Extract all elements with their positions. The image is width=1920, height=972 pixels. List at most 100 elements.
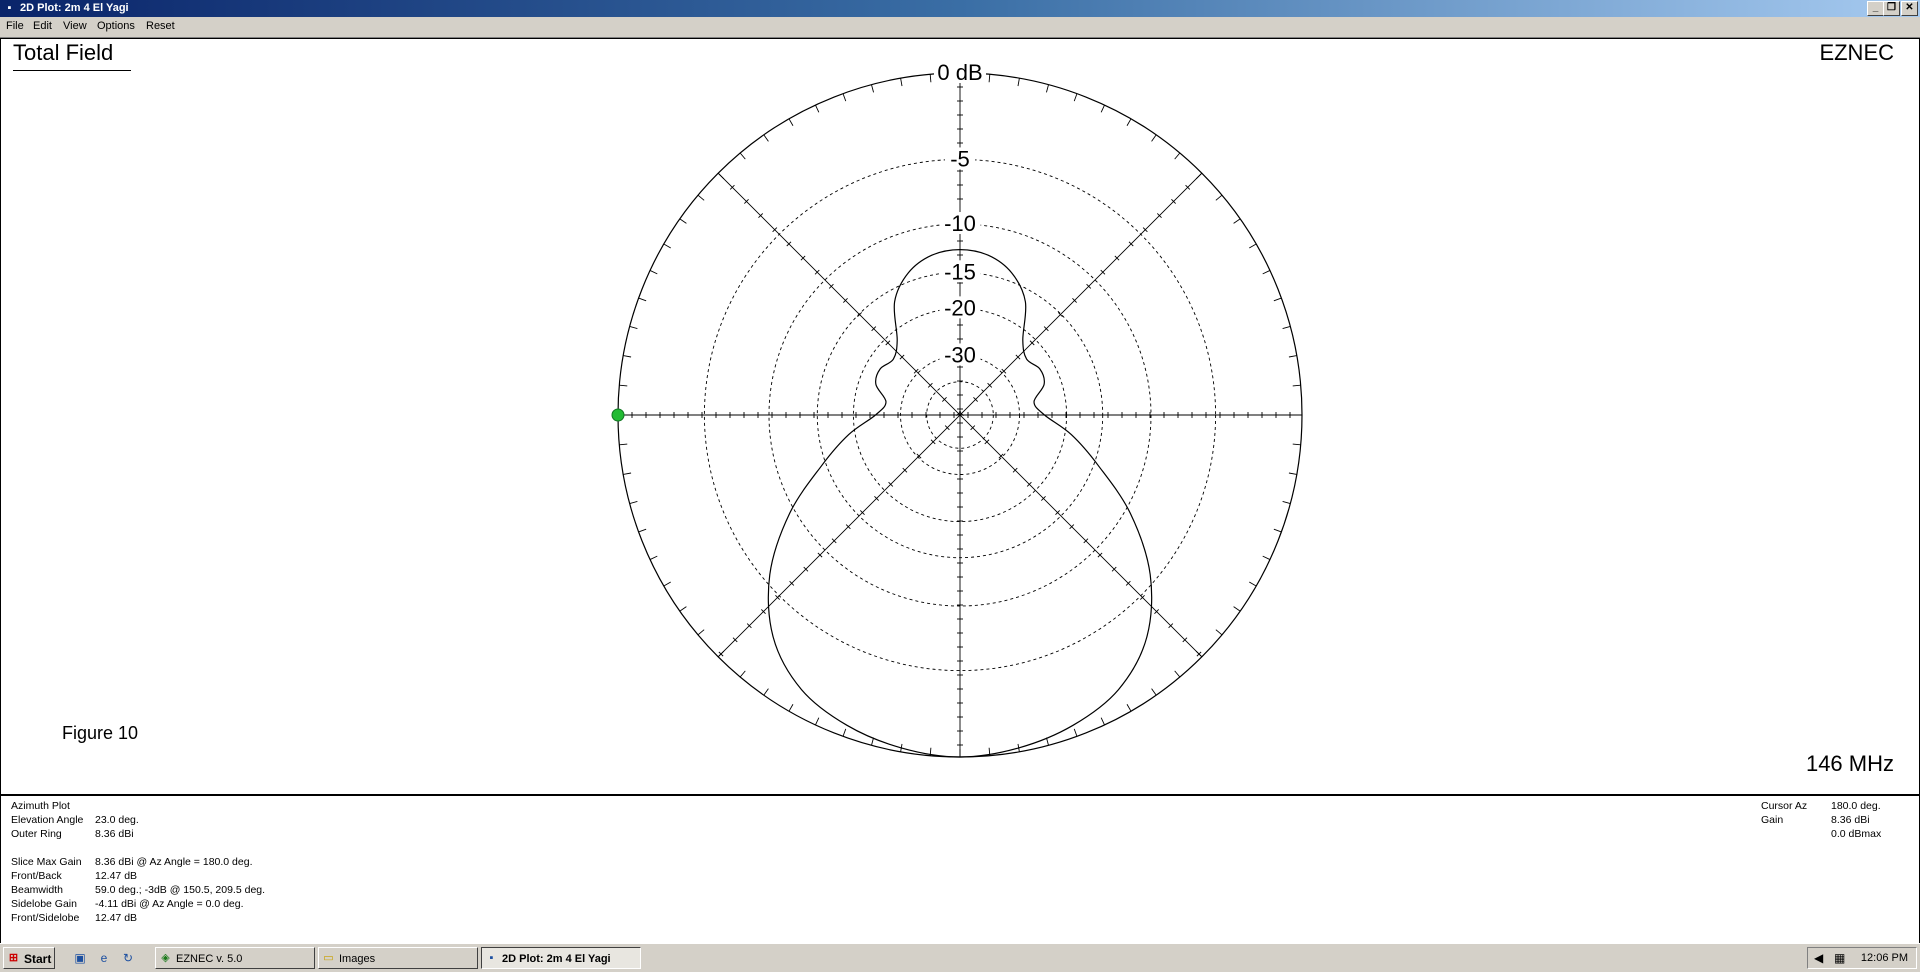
info-label: Front/Sidelobe (11, 912, 80, 924)
outer-tick (1017, 78, 1020, 87)
outer-tick (1282, 501, 1291, 504)
outer-tick (1126, 704, 1132, 712)
info-row: Outer Ring 8.36 dBi (11, 828, 411, 842)
outer-tick (623, 355, 632, 358)
info-label: Beamwidth (11, 884, 63, 896)
taskbar-eznec[interactable]: ◈ EZNEC v. 5.0 (155, 947, 315, 969)
taskbar-eznec-label: EZNEC v. 5.0 (176, 953, 243, 965)
cursor-info-value: 8.36 dBi (1831, 814, 1870, 826)
outer-tick (1262, 555, 1271, 560)
taskbar-2dplot-label: 2D Plot: 2m 4 El Yagi (502, 953, 611, 965)
outer-tick (1292, 443, 1301, 446)
info-value: 23.0 deg. (95, 814, 139, 826)
desktop-icon[interactable]: ▣ (72, 950, 88, 966)
folder-icon: ▭ (323, 952, 334, 964)
cursor-info-value: 180.0 deg. (1831, 800, 1881, 812)
outer-tick (871, 84, 874, 93)
cursor-info-label: Gain (1761, 814, 1784, 826)
outer-tick (1292, 384, 1301, 387)
outer-tick (1273, 528, 1282, 533)
outer-tick (638, 297, 647, 302)
outer-tick (1282, 326, 1291, 329)
outer-tick (1288, 355, 1297, 358)
outer-tick (1288, 472, 1297, 475)
outer-tick (1215, 194, 1223, 201)
cursor-info-row: Cursor Az 180.0 deg. (1761, 800, 1911, 814)
taskbar: ⊞ Start ▣ e ↻ ◈ EZNEC v. 5.0 ▭ Images ▪ … (0, 943, 1920, 972)
outer-tick (697, 194, 705, 201)
info-label: Azimuth Plot (11, 800, 70, 812)
eznec-icon: ◈ (161, 952, 170, 964)
outer-tick (649, 270, 658, 275)
cursor-info-label: Cursor Az (1761, 800, 1808, 812)
ring-label: -10 (944, 211, 976, 236)
cursor-info-row: 0.0 dBmax (1761, 828, 1911, 842)
outer-tick (1273, 297, 1282, 302)
outer-tick (717, 172, 725, 180)
info-row: Elevation Angle 23.0 deg. (11, 814, 411, 828)
ring-label: -20 (944, 295, 976, 320)
info-value: -4.11 dBi @ Az Angle = 0.0 deg. (95, 898, 244, 910)
ring-label: -15 (944, 259, 976, 284)
taskbar-2dplot[interactable]: ▪ 2D Plot: 2m 4 El Yagi (481, 947, 641, 969)
volume-icon[interactable]: ◀ (1814, 951, 1823, 965)
info-panel: Azimuth Plot Elevation Angle 23.0 deg. Oute… (0, 794, 1920, 945)
outer-tick (1100, 717, 1105, 726)
info-value: 59.0 deg.; -3dB @ 150.5, 209.5 deg. (95, 884, 266, 896)
outer-tick (629, 326, 638, 329)
info-row: Front/Back 12.47 dB (11, 870, 411, 884)
outer-tick (638, 528, 647, 533)
info-value: 12.47 dB (95, 870, 138, 882)
outer-tick (1073, 93, 1078, 102)
outer-tick (1195, 172, 1203, 180)
outer-tick (988, 74, 991, 83)
taskbar-images[interactable]: ▭ Images (318, 947, 478, 969)
windows-logo-icon: ⊞ (8, 952, 19, 964)
outer-tick (739, 670, 746, 678)
cursor-info-row: Gain 8.36 dBi (1761, 814, 1911, 828)
outer-tick (623, 472, 632, 475)
outer-tick (1151, 134, 1157, 142)
cursor-info-value: 0.0 dBmax (1831, 828, 1882, 840)
info-label: Sidelobe Gain (11, 898, 77, 910)
outer-tick (1233, 606, 1241, 612)
start-button[interactable]: ⊞ Start (3, 947, 55, 969)
outer-tick (619, 443, 628, 446)
ring-label: 0 dB (937, 60, 982, 85)
browser-icon[interactable]: e (96, 950, 112, 966)
outer-tick (663, 243, 671, 249)
cursor-marker[interactable] (611, 408, 625, 422)
info-label: Slice Max Gain (11, 856, 82, 868)
info-label: Elevation Angle (11, 814, 84, 826)
clock: 12:06 PM (1860, 952, 1908, 964)
info-label: Front/Back (11, 870, 62, 882)
outer-tick (1126, 118, 1132, 126)
outer-tick (1174, 152, 1181, 160)
outer-tick (788, 118, 794, 126)
outer-tick (679, 606, 687, 612)
info-row: Slice Max Gain 8.36 dBi @ Az Angle = 180.… (11, 856, 411, 870)
outer-tick (929, 74, 932, 83)
outer-tick (815, 104, 820, 113)
outer-tick (1249, 243, 1257, 249)
outer-tick (1073, 728, 1078, 737)
info-row: Front/Sidelobe 12.47 dB (11, 912, 411, 926)
plot-window-icon: ▪ (489, 952, 494, 964)
polar-plot[interactable]: 0 dB -5 -10 -15 -20 -30 (0, 0, 1920, 794)
outer-tick (1151, 688, 1157, 696)
outer-tick (900, 78, 903, 87)
outer-tick (697, 629, 705, 636)
outer-tick (763, 134, 769, 142)
start-label: Start (24, 952, 52, 966)
outer-tick (1249, 581, 1257, 587)
outer-tick (788, 704, 794, 712)
outer-tick (629, 501, 638, 504)
outer-tick (1262, 270, 1271, 275)
ring-label: -5 (950, 146, 970, 171)
outer-tick (763, 688, 769, 696)
info-row: Azimuth Plot (11, 800, 411, 814)
network-icon[interactable]: ▦ (1834, 951, 1845, 965)
taskbar-images-label: Images (339, 953, 376, 965)
outer-tick (842, 728, 847, 737)
refresh-icon[interactable]: ↻ (120, 950, 136, 966)
